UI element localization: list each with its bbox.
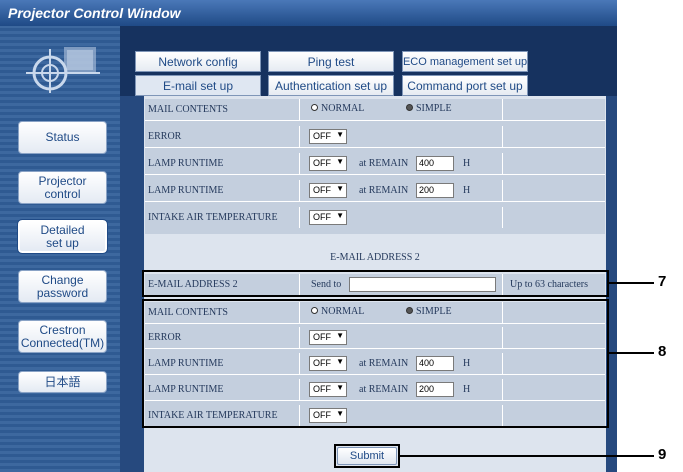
intake-air-temperature-label: INTAKE AIR TEMPERATURE [145,207,300,228]
callout-frame-settings [142,299,609,428]
hours-unit: H [463,185,471,196]
sidebar-item-change-password[interactable]: Change password [18,270,107,303]
table-row: LAMP RUNTIME OFF ▼ at REMAIN 400 H [145,153,605,174]
callout-line-settings [609,352,654,354]
tab-eco-management[interactable]: ECO management set up [402,51,528,72]
error-select[interactable]: OFF ▼ [309,129,347,144]
callout-line-submit [400,455,654,457]
address1-settings-table: MAIL CONTENTS NORMAL SIMPLE ERROR OFF ▼ L… [145,99,605,234]
network-logo-icon [26,47,100,93]
lamp-runtime-select[interactable]: OFF ▼ [309,156,347,171]
error-label: ERROR [145,126,300,147]
chevron-down-icon: ▼ [336,157,344,166]
table-row: INTAKE AIR TEMPERATURE OFF ▼ [145,207,605,228]
tab-ping-test[interactable]: Ping test [268,51,394,72]
tab-command-port-set-up[interactable]: Command port set up [402,75,528,96]
chevron-down-icon: ▼ [336,184,344,193]
hours-unit: H [463,158,471,169]
callout-frame-submit [334,444,400,468]
callout-line-email [609,282,654,284]
radio-icon [311,104,318,111]
remain-label: at REMAIN [359,158,409,169]
table-row: MAIL CONTENTS NORMAL SIMPLE [145,99,605,120]
callout-frame-email [142,270,609,297]
simple-radio[interactable]: SIMPLE [406,103,452,114]
sidebar-item-projector-control[interactable]: Projector control [18,171,107,204]
window-title: Projector Control Window [0,0,617,26]
lamp-runtime-label: LAMP RUNTIME [145,153,300,174]
callout-number-8: 8 [658,343,667,360]
remain-input[interactable]: 400 [416,156,454,171]
remain-input[interactable]: 200 [416,183,454,198]
tab-network-config[interactable]: Network config [135,51,261,72]
table-row: LAMP RUNTIME OFF ▼ at REMAIN 200 H [145,180,605,201]
lamp-runtime-label: LAMP RUNTIME [145,180,300,201]
tab-area: Network config Ping test ECO management … [120,26,617,96]
sidebar-item-crestron-connected[interactable]: Crestron Connected(TM) [18,320,107,353]
sidebar: Status Projector control Detailed set up… [0,26,120,472]
table-row: ERROR OFF ▼ [145,126,605,147]
sidebar-item-japanese[interactable]: 日本語 [18,371,107,393]
tab-authentication-set-up[interactable]: Authentication set up [268,75,394,96]
tab-email-set-up[interactable]: E-mail set up [135,75,261,96]
remain-label: at REMAIN [359,185,409,196]
callout-number-7: 7 [658,273,667,290]
mail-contents-label: MAIL CONTENTS [145,99,300,120]
section-title: E-MAIL ADDRESS 2 [330,252,420,263]
chevron-down-icon: ▼ [336,130,344,139]
normal-radio[interactable]: NORMAL [311,103,364,114]
sidebar-item-status[interactable]: Status [18,121,107,154]
lamp-runtime-select[interactable]: OFF ▼ [309,183,347,198]
sidebar-item-detailed-set-up[interactable]: Detailed set up [17,219,108,254]
chevron-down-icon: ▼ [336,211,344,220]
callout-number-9: 9 [658,446,667,463]
intake-air-temperature-select[interactable]: OFF ▼ [309,210,347,225]
radio-selected-icon [406,104,413,111]
